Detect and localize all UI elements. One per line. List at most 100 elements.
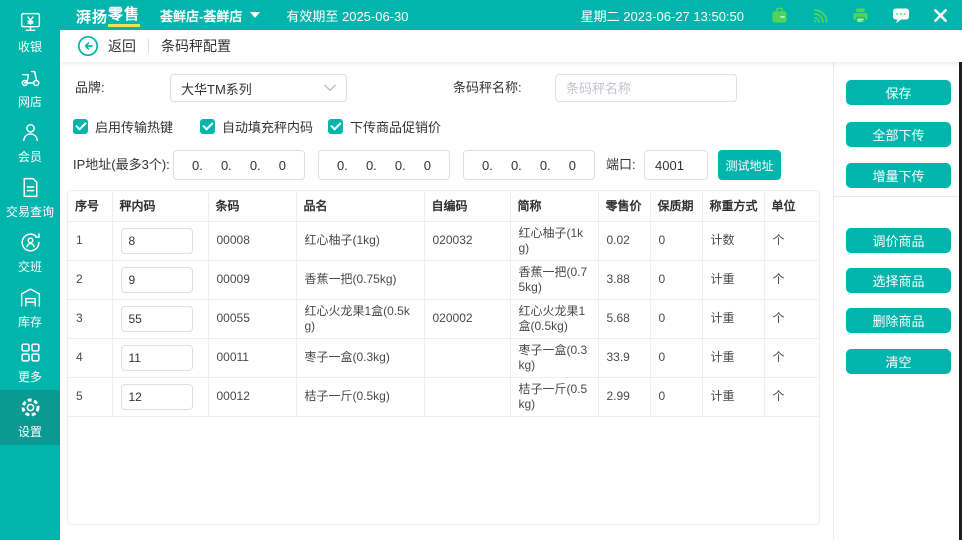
ip-input-3[interactable]: 0. 0. 0. 0 bbox=[463, 150, 595, 180]
scale-code-input[interactable] bbox=[121, 345, 193, 371]
cell-no: 2 bbox=[68, 260, 112, 299]
checkbox-checked-icon bbox=[200, 119, 215, 134]
sidebar-item-label: 收银 bbox=[18, 38, 42, 55]
back-button[interactable]: 返回 bbox=[77, 35, 136, 57]
sidebar: 收银 网店 会员 交易查询 交班 bbox=[0, 0, 60, 540]
package-icon[interactable] bbox=[770, 6, 789, 25]
ip-octet: 0. bbox=[250, 158, 261, 173]
cell-weigh-method: 计重 bbox=[702, 299, 764, 338]
checkbox-label: 自动填充秤内码 bbox=[222, 117, 313, 136]
column-header-weigh-method: 称重方式 bbox=[702, 191, 764, 221]
wifi-icon[interactable] bbox=[810, 5, 830, 25]
table-row[interactable]: 2 00009 香蕉一把(0.75kg) 香蕉一把(0.75kg) 3.88 0… bbox=[68, 260, 819, 299]
column-header-short-name: 简称 bbox=[510, 191, 598, 221]
main-content: 品牌: 大华TM系列 条码秤名称: 启用传输热键 自动填充秤内码 下传商品促销价… bbox=[60, 62, 962, 540]
scale-name-input[interactable] bbox=[555, 74, 737, 102]
cell-unit: 个 bbox=[764, 299, 819, 338]
sidebar-item-cashier[interactable]: 收银 bbox=[0, 5, 60, 60]
cell-barcode: 00011 bbox=[208, 338, 296, 377]
table-row[interactable]: 1 00008 红心柚子(1kg) 020032 红心柚子(1kg) 0.02 … bbox=[68, 221, 819, 260]
shift-icon bbox=[18, 230, 43, 255]
cell-self-code: 020032 bbox=[424, 221, 510, 260]
cell-weigh-method: 计重 bbox=[702, 260, 764, 299]
column-header-scale-code: 秤内码 bbox=[112, 191, 208, 221]
checkbox-autofill-code[interactable]: 自动填充秤内码 bbox=[200, 117, 313, 136]
checkbox-label: 启用传输热键 bbox=[95, 117, 173, 136]
header-divider bbox=[148, 39, 149, 53]
sidebar-item-label: 网店 bbox=[18, 93, 42, 110]
ip-octet: 0. bbox=[337, 158, 348, 173]
cell-unit: 个 bbox=[764, 338, 819, 377]
save-button[interactable]: 保存 bbox=[846, 80, 951, 105]
sidebar-item-shift[interactable]: 交班 bbox=[0, 225, 60, 280]
sidebar-item-settings[interactable]: 设置 bbox=[0, 390, 60, 445]
scale-code-input[interactable] bbox=[121, 228, 193, 254]
port-label: 端口: bbox=[606, 150, 636, 180]
cell-unit: 个 bbox=[764, 377, 819, 416]
cell-self-code bbox=[424, 260, 510, 299]
checkbox-upload-promo-price[interactable]: 下传商品促销价 bbox=[328, 117, 441, 136]
cell-short-name: 枣子一盒(0.3kg) bbox=[510, 338, 598, 377]
back-arrow-icon bbox=[77, 35, 99, 57]
cell-barcode: 00012 bbox=[208, 377, 296, 416]
cell-self-code bbox=[424, 338, 510, 377]
ip-input-2[interactable]: 0. 0. 0. 0 bbox=[318, 150, 450, 180]
table-row[interactable]: 3 00055 红心火龙果1盒(0.5kg) 020002 红心火龙果1盒(0.… bbox=[68, 299, 819, 338]
cell-price: 0.02 bbox=[598, 221, 650, 260]
column-header-unit: 单位 bbox=[764, 191, 819, 221]
scale-code-input[interactable] bbox=[121, 267, 193, 293]
cell-barcode: 00008 bbox=[208, 221, 296, 260]
more-icon bbox=[18, 340, 43, 365]
cell-unit: 个 bbox=[764, 260, 819, 299]
table-header-row: 序号 秤内码 条码 品名 自编码 简称 零售价 保质期 称重方式 单位 bbox=[68, 191, 819, 221]
products-table-card: 序号 秤内码 条码 品名 自编码 简称 零售价 保质期 称重方式 单位 1 00… bbox=[67, 190, 820, 525]
brand-label: 品牌: bbox=[75, 74, 105, 102]
cell-barcode: 00009 bbox=[208, 260, 296, 299]
ip-octet: 0 bbox=[424, 158, 431, 173]
scale-code-input[interactable] bbox=[121, 306, 193, 332]
table-row[interactable]: 5 00012 桔子一斤(0.5kg) 桔子一斤(0.5kg) 2.99 0 计… bbox=[68, 377, 819, 416]
transactions-icon bbox=[18, 175, 43, 200]
chat-icon[interactable] bbox=[891, 5, 911, 25]
sidebar-item-online-store[interactable]: 网店 bbox=[0, 60, 60, 115]
cell-price: 5.68 bbox=[598, 299, 650, 338]
printer-icon[interactable] bbox=[851, 6, 870, 25]
cell-price: 3.88 bbox=[598, 260, 650, 299]
cell-short-name: 桔子一斤(0.5kg) bbox=[510, 377, 598, 416]
download-all-button[interactable]: 全部下传 bbox=[846, 122, 951, 147]
close-icon[interactable] bbox=[932, 7, 949, 24]
brand-select[interactable]: 大华TM系列 bbox=[170, 74, 347, 102]
column-header-name: 品名 bbox=[296, 191, 424, 221]
column-header-no: 序号 bbox=[68, 191, 112, 221]
sidebar-item-transactions[interactable]: 交易查询 bbox=[0, 170, 60, 225]
cell-scale-code bbox=[112, 260, 208, 299]
select-goods-button[interactable]: 选择商品 bbox=[846, 268, 951, 293]
cell-barcode: 00055 bbox=[208, 299, 296, 338]
cell-name: 枣子一盒(0.3kg) bbox=[296, 338, 424, 377]
adjust-price-button[interactable]: 调价商品 bbox=[846, 228, 951, 253]
checkbox-enable-hotkey[interactable]: 启用传输热键 bbox=[73, 117, 173, 136]
cell-short-name: 红心火龙果1盒(0.5kg) bbox=[510, 299, 598, 338]
page-title: 条码秤配置 bbox=[161, 36, 231, 56]
clear-button[interactable]: 清空 bbox=[846, 349, 951, 374]
cell-self-code: 020002 bbox=[424, 299, 510, 338]
cell-scale-code bbox=[112, 299, 208, 338]
port-input[interactable] bbox=[644, 150, 708, 180]
sidebar-item-inventory[interactable]: 库存 bbox=[0, 280, 60, 335]
store-selector[interactable]: 荟鲜店-荟鲜店 bbox=[160, 6, 260, 25]
table-row[interactable]: 4 00011 枣子一盒(0.3kg) 枣子一盒(0.3kg) 33.9 0 计… bbox=[68, 338, 819, 377]
test-address-button[interactable]: 测试地址 bbox=[718, 150, 781, 180]
sidebar-item-more[interactable]: 更多 bbox=[0, 335, 60, 390]
ip-input-1[interactable]: 0. 0. 0. 0 bbox=[173, 150, 305, 180]
logo-text-accent: 零售 bbox=[108, 3, 140, 27]
brand-select-value: 大华TM系列 bbox=[181, 79, 252, 98]
scale-code-input[interactable] bbox=[121, 384, 193, 410]
sidebar-item-label: 设置 bbox=[18, 423, 42, 440]
ip-octet: 0 bbox=[569, 158, 576, 173]
delete-goods-button[interactable]: 删除商品 bbox=[846, 308, 951, 333]
panel-divider bbox=[834, 196, 962, 197]
ip-label: IP地址(最多3个): bbox=[73, 150, 170, 180]
incremental-upload-button[interactable]: 增量下传 bbox=[846, 163, 951, 188]
sidebar-item-member[interactable]: 会员 bbox=[0, 115, 60, 170]
cell-shelf-life: 0 bbox=[650, 260, 702, 299]
